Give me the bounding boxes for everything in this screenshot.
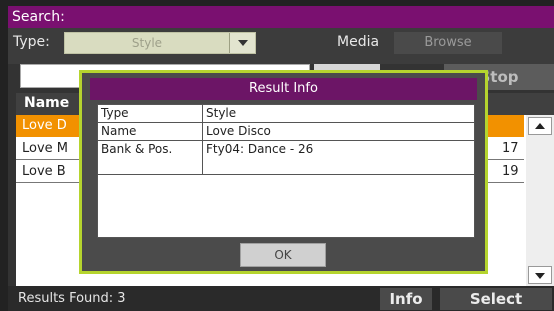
status-bar: Results Found: 3 Info Select xyxy=(8,286,554,311)
info-value: Fty04: Dance - 26 xyxy=(206,142,314,156)
column-name-header: Name xyxy=(24,95,70,111)
media-label: Media xyxy=(337,34,380,50)
window-title: Search: xyxy=(8,6,554,28)
type-select[interactable]: Style xyxy=(64,32,256,54)
info-key: Name xyxy=(98,123,203,140)
info-key: Type xyxy=(98,105,203,122)
info-key: Bank & Pos. xyxy=(98,141,203,174)
browse-button[interactable]: Browse xyxy=(394,32,502,54)
list-item-name: Love M xyxy=(22,141,69,156)
results-found-count: Results Found: 3 xyxy=(18,291,126,306)
type-select-value: Style xyxy=(131,36,163,50)
scrollbar[interactable] xyxy=(526,115,554,286)
result-info-dialog: Result Info Type Style Name Love Disco B… xyxy=(79,70,488,274)
info-row-name: Name Love Disco xyxy=(98,123,474,141)
info-value: Style xyxy=(206,106,237,120)
list-item-name: Love D xyxy=(22,118,67,133)
screen: Search: Type: Style Media Browse Stop Na… xyxy=(0,0,554,311)
type-label: Type: xyxy=(13,34,50,50)
info-button[interactable]: Info xyxy=(380,288,432,310)
chevron-down-icon[interactable] xyxy=(229,33,255,53)
info-value: Love Disco xyxy=(206,124,271,138)
list-item-name: Love B xyxy=(22,164,66,179)
list-item-number: 17 xyxy=(502,141,519,156)
info-row-type: Type Style xyxy=(98,105,474,123)
scroll-up-icon[interactable] xyxy=(528,117,552,135)
info-table: Type Style Name Love Disco Bank & Pos. F… xyxy=(97,104,475,238)
scroll-down-icon[interactable] xyxy=(528,266,552,284)
select-button[interactable]: Select xyxy=(440,288,552,310)
toolbar: Type: Style Media Browse xyxy=(8,28,554,64)
dialog-title: Result Info xyxy=(90,78,477,100)
list-item-number: 19 xyxy=(502,164,519,179)
ok-button[interactable]: OK xyxy=(240,243,326,267)
info-row-bank-pos: Bank & Pos. Fty04: Dance - 26 xyxy=(98,141,474,175)
